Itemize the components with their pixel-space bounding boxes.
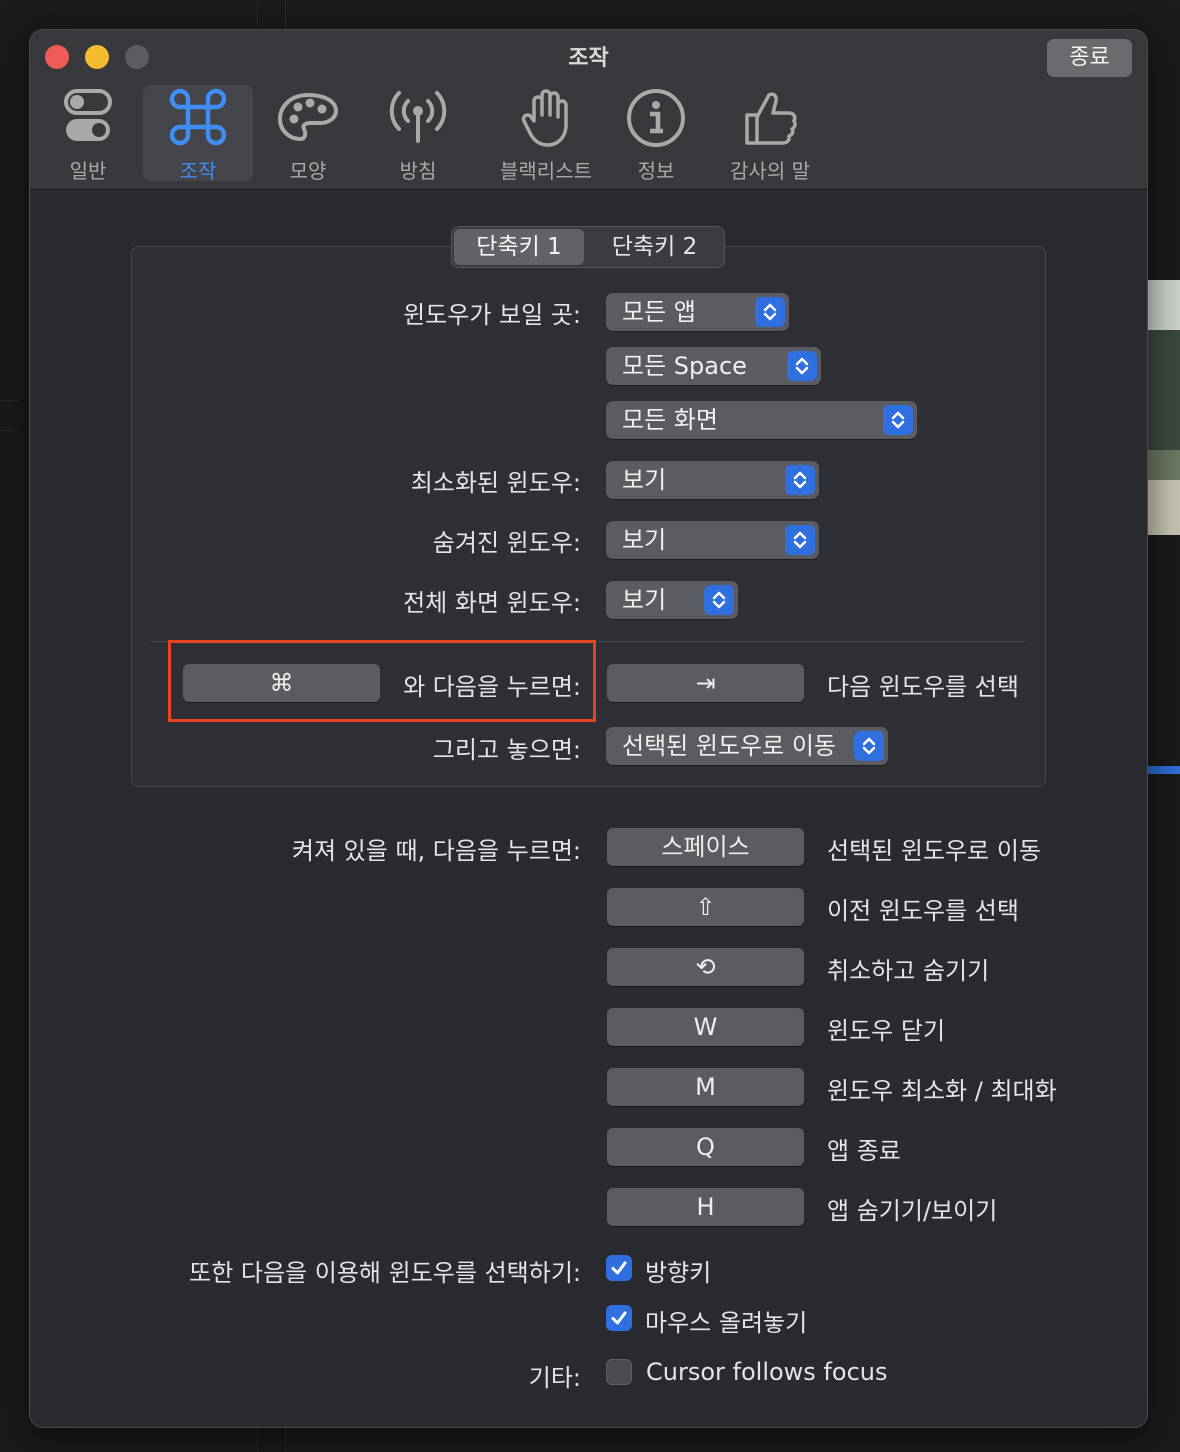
- hidden-windows-label: 숨겨진 윈도우:: [432, 529, 581, 557]
- shortcut-desc: 앱 숨기기/보이기: [827, 1197, 998, 1225]
- tab-label: 일반: [69, 159, 107, 183]
- next-window-desc: 다음 윈도우를 선택: [827, 673, 1019, 701]
- tab-about[interactable]: 정보: [601, 85, 711, 183]
- titlebar: 조작 종료 일반 조작 모양 방침 블랙리스트 정보 감사의 말: [30, 30, 1147, 190]
- fullscreen-popup-value: 보기: [622, 586, 667, 614]
- tab-policies[interactable]: 방침: [363, 85, 473, 183]
- tab-label: 정보: [637, 159, 675, 183]
- tab-general[interactable]: 일반: [33, 85, 143, 183]
- desktop-divider: [257, 0, 258, 28]
- tab-appearance[interactable]: 모양: [253, 85, 363, 183]
- segment-shortcut-2[interactable]: 단축키 2: [587, 227, 722, 267]
- cursor-follows-focus-checkbox[interactable]: [606, 1359, 632, 1385]
- chevron-updown-icon: [854, 731, 884, 761]
- apps-popup[interactable]: 모든 앱: [606, 293, 789, 331]
- shortcut-desc: 윈도우 최소화 / 최대화: [827, 1077, 1057, 1105]
- thumbs-up-icon: [745, 92, 797, 145]
- next-window-key-recorder[interactable]: ⇥: [607, 664, 804, 702]
- desktop-divider: [0, 400, 18, 401]
- minimized-popup-value: 보기: [622, 466, 667, 494]
- desktop-divider: [257, 1428, 258, 1452]
- window-title: 조작: [568, 46, 609, 71]
- fullscreen-windows-popup[interactable]: 보기: [606, 581, 738, 619]
- shortcut-desc: 취소하고 숨기기: [827, 957, 990, 985]
- minimized-windows-popup[interactable]: 보기: [606, 461, 819, 499]
- shortcut-desc: 이전 윈도우를 선택: [827, 897, 1019, 925]
- mouse-hover-label: 마우스 올려놓기: [645, 1309, 808, 1337]
- release-label: 그리고 놓으면:: [432, 736, 581, 764]
- also-select-label: 또한 다음을 이용해 윈도우를 선택하기:: [189, 1259, 581, 1287]
- apps-popup-value: 모든 앱: [622, 298, 696, 326]
- while-open-label: 켜져 있을 때, 다음을 누르면:: [291, 837, 581, 865]
- shortcut-key-button[interactable]: H: [607, 1188, 804, 1226]
- checkmark-icon: [611, 1311, 627, 1325]
- shortcut-key-button[interactable]: ⇧: [607, 888, 804, 926]
- mouse-hover-checkbox[interactable]: [606, 1305, 632, 1331]
- chevron-updown-icon: [787, 351, 817, 381]
- screens-popup[interactable]: 모든 화면: [606, 401, 917, 439]
- shortcut-key-button[interactable]: W: [607, 1008, 804, 1046]
- desktop-divider: [285, 0, 286, 28]
- shortcut-key-button[interactable]: 스페이스: [607, 828, 804, 866]
- minimized-windows-label: 최소화된 윈도우:: [410, 469, 581, 497]
- highlight-box: [168, 640, 596, 722]
- shortcut-desc: 윈도우 닫기: [827, 1017, 946, 1045]
- command-icon: [169, 88, 227, 146]
- spaces-popup-value: 모든 Space: [622, 352, 747, 380]
- antenna-icon: [389, 91, 447, 143]
- chevron-updown-icon: [785, 465, 815, 495]
- chevron-updown-icon: [755, 297, 785, 327]
- arrow-keys-checkbox[interactable]: [606, 1255, 632, 1281]
- release-action-popup[interactable]: 선택된 윈도우로 이동: [606, 727, 888, 765]
- chevron-updown-icon: [883, 405, 913, 435]
- tab-label: 모양: [289, 159, 327, 183]
- screens-popup-value: 모든 화면: [622, 406, 718, 434]
- misc-label: 기타:: [528, 1364, 581, 1392]
- palette-icon: [277, 92, 339, 142]
- quit-button[interactable]: 종료: [1047, 39, 1132, 77]
- cursor-follows-focus-label: Cursor follows focus: [646, 1358, 888, 1386]
- tab-acknowledgments[interactable]: 감사의 말: [711, 85, 829, 183]
- shortcut-desc: 선택된 윈도우로 이동: [827, 837, 1041, 865]
- tab-label: 감사의 말: [730, 159, 810, 183]
- shortcut-segmented-control: 단축키 1 단축키 2: [451, 226, 725, 268]
- arrow-keys-label: 방향키: [645, 1259, 712, 1287]
- desktop-divider: [285, 1428, 286, 1452]
- release-popup-value: 선택된 윈도우로 이동: [622, 732, 836, 760]
- info-icon: [627, 89, 685, 147]
- tab-label: 방침: [399, 159, 437, 183]
- hidden-popup-value: 보기: [622, 526, 667, 554]
- segment-shortcut-1[interactable]: 단축키 1: [454, 229, 584, 265]
- desktop-divider: [0, 430, 18, 431]
- spaces-popup[interactable]: 모든 Space: [606, 347, 821, 385]
- toggles-icon: [64, 89, 112, 141]
- tab-blacklist[interactable]: 블랙리스트: [481, 85, 611, 183]
- chevron-updown-icon: [785, 525, 815, 555]
- hand-icon: [521, 89, 568, 147]
- shortcut-key-button[interactable]: Q: [607, 1128, 804, 1166]
- tab-label: 조작: [179, 159, 217, 183]
- background-app-thumbnail: [1148, 280, 1180, 535]
- chevron-updown-icon: [704, 585, 734, 615]
- shortcut-key-button[interactable]: ⟲: [607, 948, 804, 986]
- background-app-accent: [1148, 766, 1180, 774]
- show-windows-label: 윈도우가 보일 곳:: [403, 301, 581, 329]
- hidden-windows-popup[interactable]: 보기: [606, 521, 819, 559]
- tab-controls[interactable]: 조작: [143, 85, 253, 183]
- preferences-window: 조작 종료 일반 조작 모양 방침 블랙리스트 정보 감사의 말 단축키 1 단…: [29, 29, 1148, 1428]
- shortcut-key-button[interactable]: M: [607, 1068, 804, 1106]
- checkmark-icon: [611, 1261, 627, 1275]
- tab-label: 블랙리스트: [500, 159, 592, 183]
- shortcut-desc: 앱 종료: [827, 1137, 901, 1165]
- fullscreen-windows-label: 전체 화면 윈도우:: [403, 589, 581, 617]
